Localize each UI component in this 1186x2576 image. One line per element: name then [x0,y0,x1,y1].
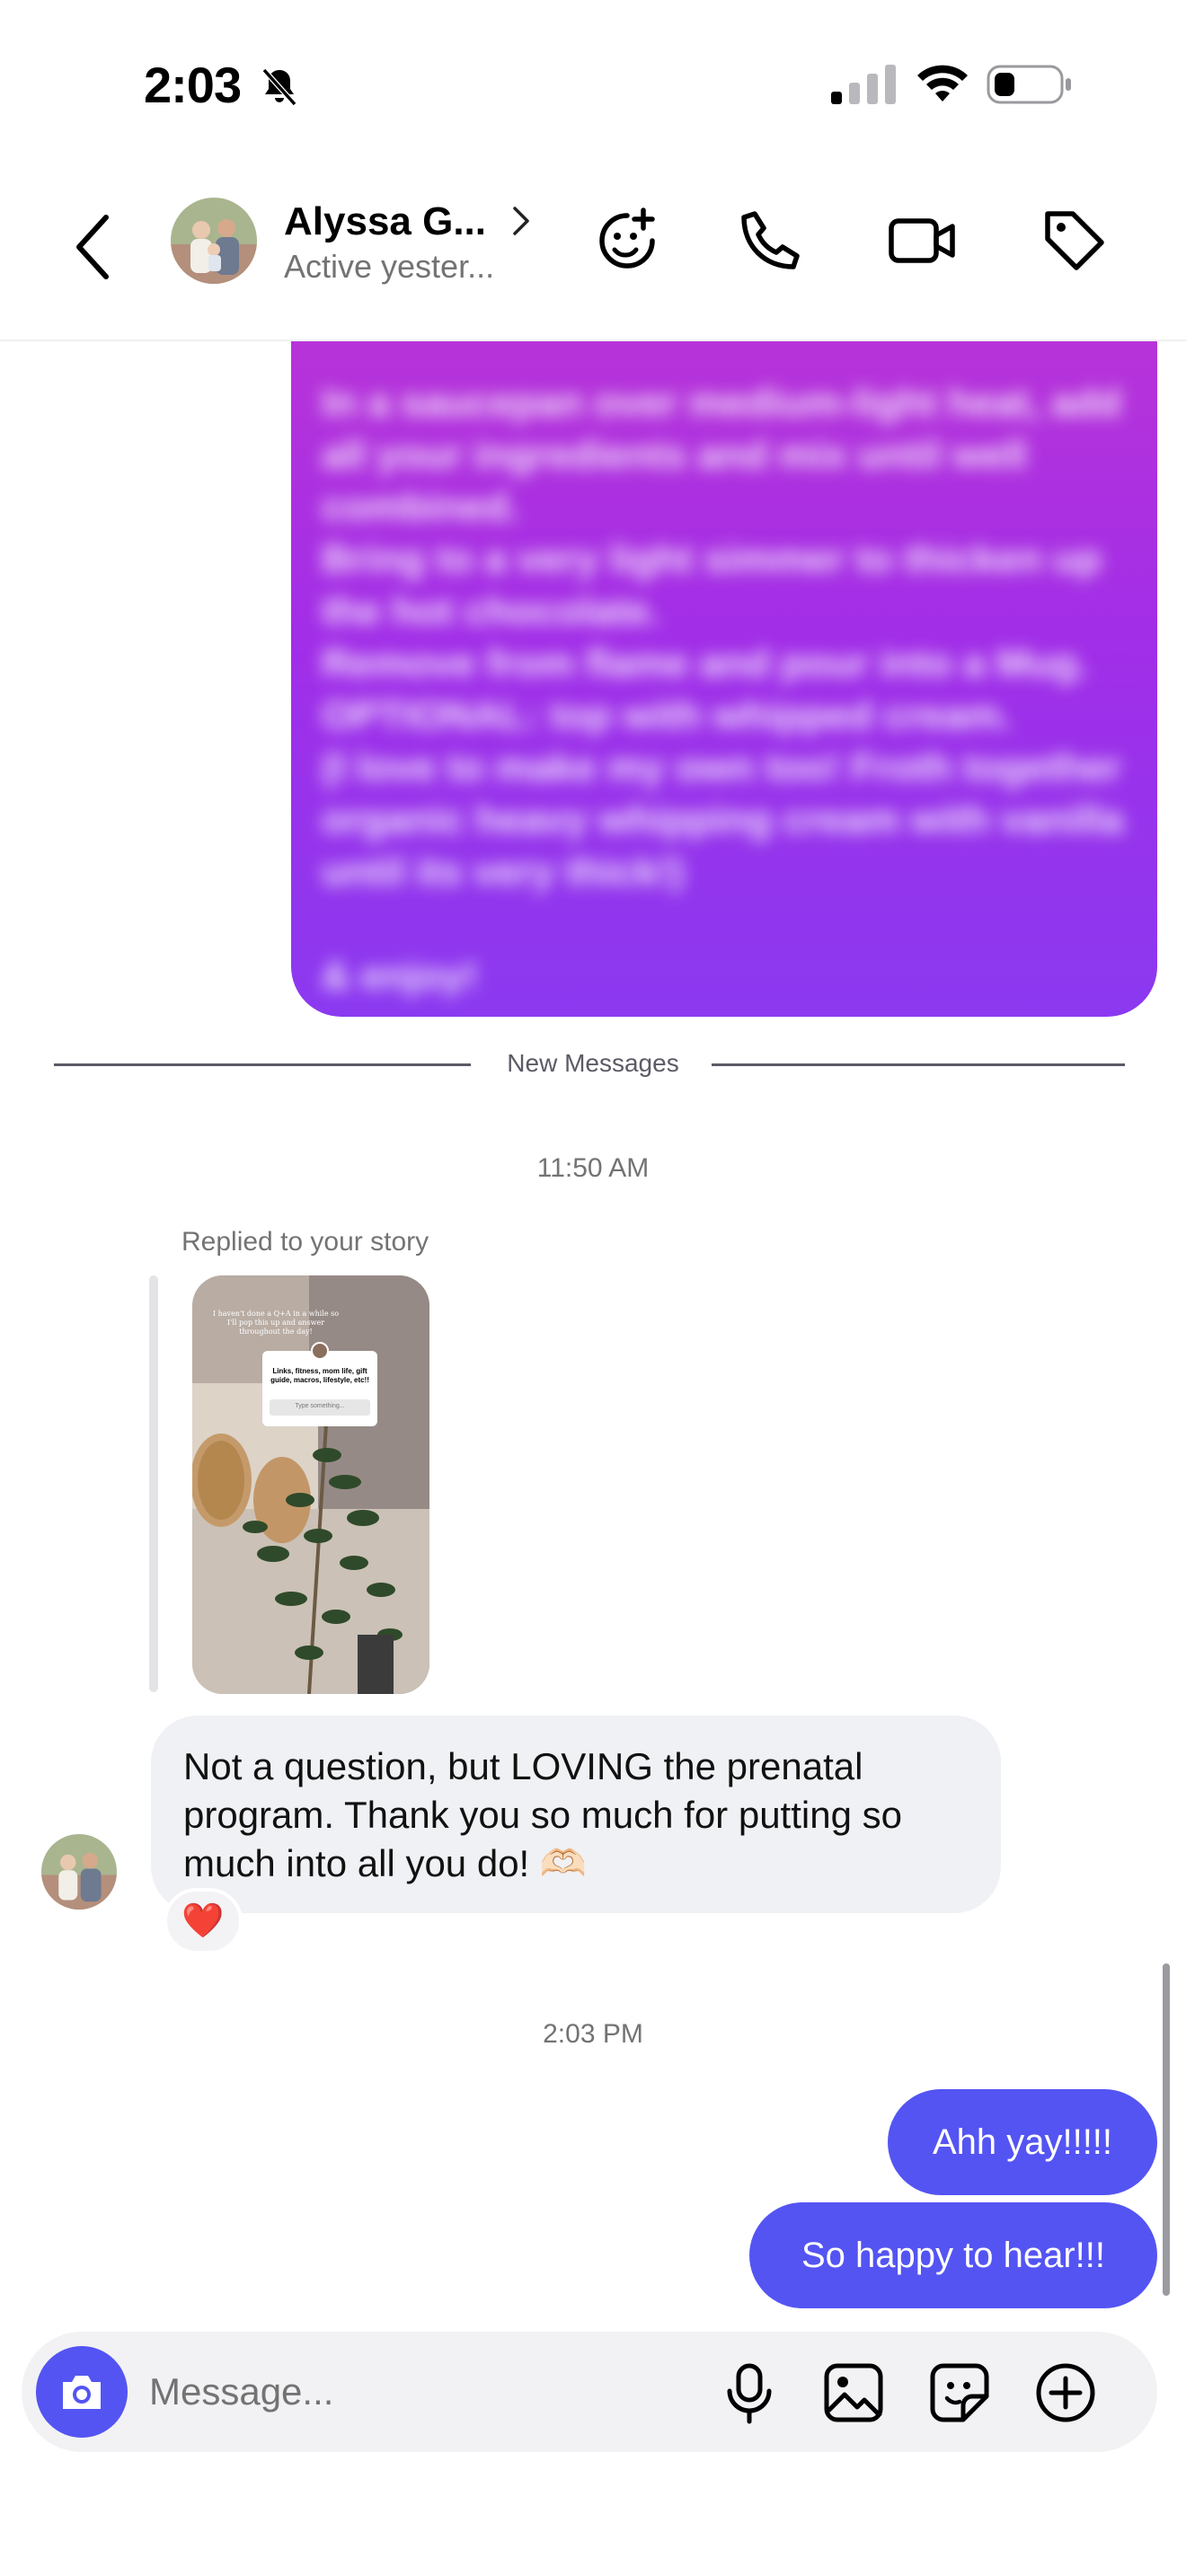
contact-status: Active yester... [284,248,495,285]
image-icon[interactable] [821,2360,886,2425]
plus-circle-icon[interactable] [1033,2360,1098,2425]
camera-icon [63,2376,101,2409]
wifi-icon [917,65,968,101]
cellular-signal-icon [831,65,896,104]
home-indicator-area [0,2479,1186,2576]
blurred-message-text: In a saucepan over medium-light heat, ad… [322,381,1124,998]
new-messages-divider: New Messages [507,1049,679,1077]
message-input[interactable] [149,2355,706,2429]
story-question-input: Type something... [295,1403,345,1409]
camera-button[interactable] [36,2346,128,2438]
incoming-message[interactable]: Not a question, but LOVING the prenatal … [151,1716,1001,1913]
outgoing-message[interactable]: So happy to hear!!! [749,2202,1157,2308]
reply-indicator-bar [149,1275,158,1692]
tag-icon[interactable] [1039,205,1111,277]
sender-avatar[interactable] [41,1834,117,1910]
message-composer [22,2332,1157,2452]
microphone-icon[interactable] [717,2360,782,2425]
contact-name[interactable]: Alyssa G... [284,199,486,244]
chevron-right-icon[interactable] [510,203,532,239]
bell-slash-icon [261,67,297,107]
phone-icon[interactable] [735,205,807,277]
outgoing-message[interactable]: Ahh yay!!!!! [888,2089,1157,2195]
video-icon[interactable] [886,205,958,277]
battery-icon [987,65,1071,104]
heart-reaction-icon[interactable]: ❤️ [164,1888,243,1954]
reply-label: Replied to your story [181,1227,429,1257]
scrollbar[interactable] [1163,1963,1170,2296]
story-overlay-text: I haven't done a Q+A in a while so I'll … [212,1310,340,1336]
story-thumbnail[interactable]: I haven't done a Q+A in a while so I'll … [192,1275,429,1694]
sticker-add-icon[interactable] [591,205,663,277]
timestamp: 11:50 AM [536,1153,650,1183]
chevron-left-icon[interactable] [72,207,117,287]
sticker-icon[interactable] [927,2360,992,2425]
story-question-card-text: Links, fitness, mom life, gift guide, ma… [270,1367,369,1384]
outgoing-blurred-message[interactable]: In a saucepan over medium-light heat, ad… [291,341,1157,1017]
chat-header: Alyssa G... Active yester... [0,171,1186,341]
timestamp: 2:03 PM [543,2019,643,2049]
status-bar: 2:03 [0,0,1186,171]
contact-avatar[interactable] [171,198,257,284]
status-time: 2:03 [144,57,242,113]
